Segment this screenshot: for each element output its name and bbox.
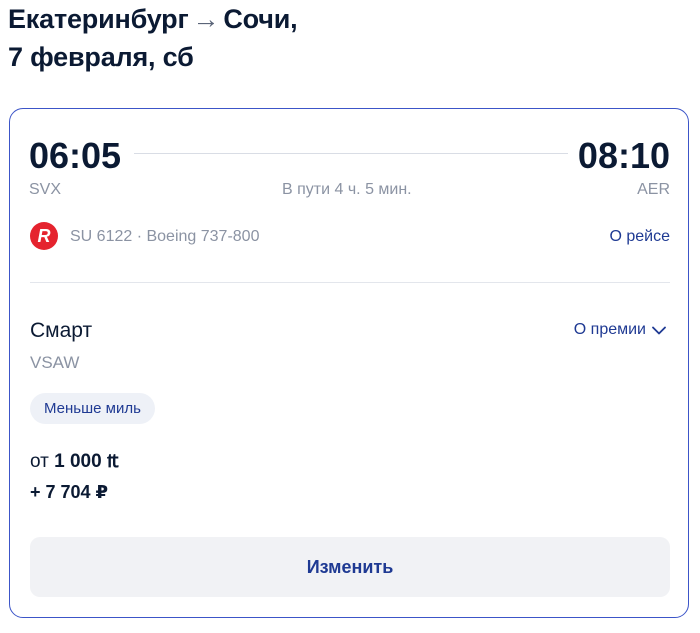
arrival-time: 08:10 bbox=[577, 135, 670, 176]
departure-time: 06:05 bbox=[29, 135, 122, 176]
about-premium-label: О премии bbox=[573, 321, 646, 338]
fewer-miles-badge: Меньше миль bbox=[30, 393, 155, 424]
route-title: Екатеринбург → Сочи, 7 февраля, сб bbox=[8, 0, 298, 76]
price-miles-value: 1 000 bbox=[54, 451, 102, 472]
price-rubles: + 7 704 ₽ bbox=[30, 482, 109, 502]
arrow-right-icon: → bbox=[192, 4, 220, 34]
flight-number-aircraft: SU 6122 · Boeing 737-800 bbox=[70, 228, 260, 245]
about-premium-link[interactable]: О премии bbox=[574, 319, 666, 341]
origin-city: Екатеринбург bbox=[8, 4, 189, 34]
miles-currency-icon: ₶ bbox=[106, 451, 119, 472]
departure-airport-code: SVX bbox=[29, 181, 62, 198]
flight-date: 7 февраля, сб bbox=[8, 42, 194, 72]
airline-logo-icon: R bbox=[30, 222, 58, 250]
fare-name: Смарт bbox=[30, 319, 93, 342]
arrival-airport-code: AER bbox=[637, 181, 670, 198]
divider bbox=[30, 282, 670, 283]
price-miles: от 1 000 ₶ bbox=[30, 450, 119, 474]
page: Екатеринбург → Сочи, 7 февраля, сб 06:05 0… bbox=[0, 0, 700, 633]
change-button[interactable]: Изменить bbox=[30, 537, 670, 597]
timeline-line bbox=[134, 153, 568, 154]
price-prefix: от bbox=[30, 451, 49, 472]
flight-duration: В пути 4 ч. 5 мин. bbox=[282, 181, 412, 198]
chevron-down-icon bbox=[652, 326, 666, 335]
about-flight-link[interactable]: О рейсе bbox=[609, 227, 670, 247]
fare-code: VSAW bbox=[30, 353, 80, 372]
destination-city: Сочи, bbox=[223, 4, 298, 34]
